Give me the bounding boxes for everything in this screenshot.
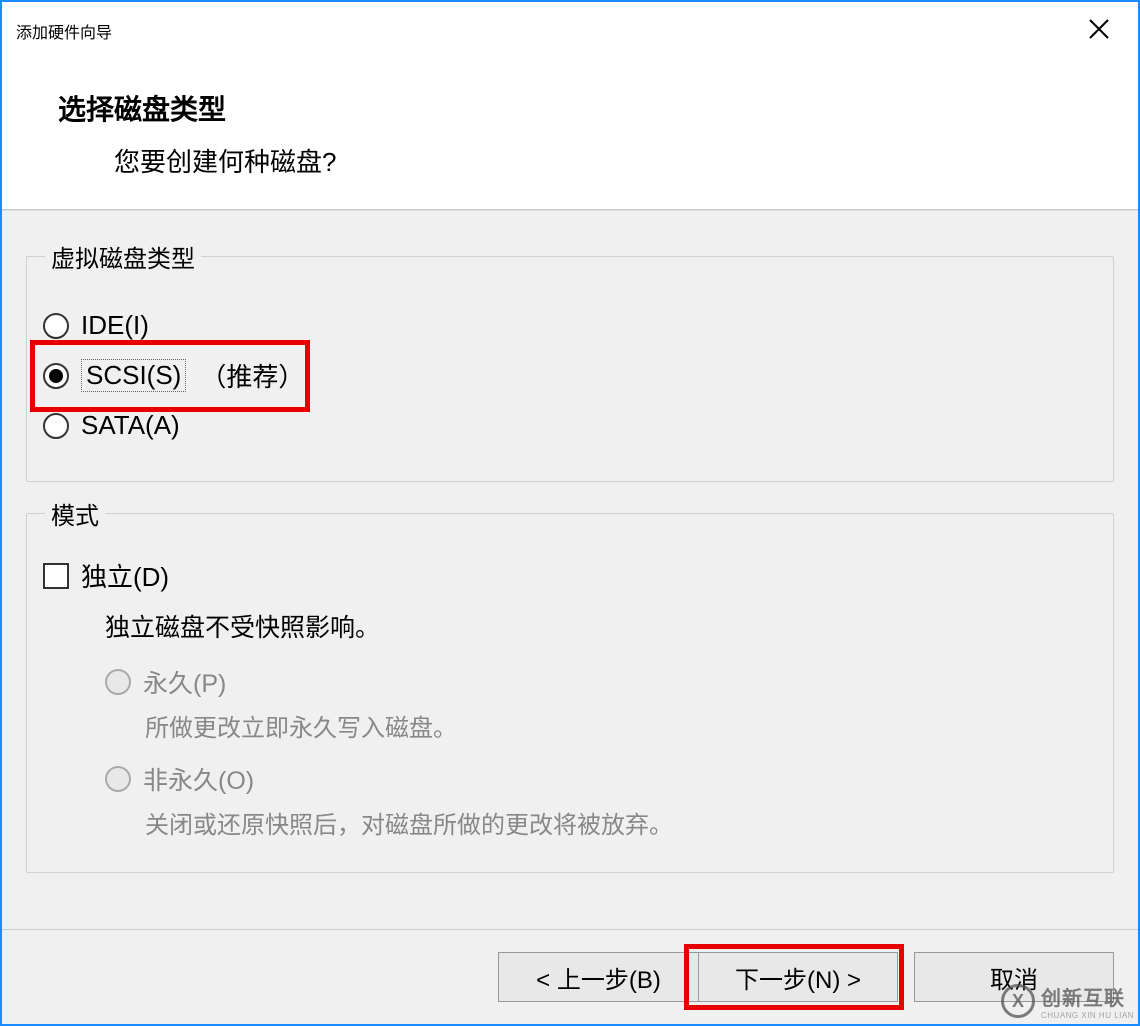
radio-scsi[interactable]: SCSI(S) （推荐）	[43, 357, 1097, 394]
nonpersistent-desc: 关闭或还原快照后，对磁盘所做的更改将被放弃。	[145, 805, 1097, 840]
radio-ide-label: IDE(I)	[81, 310, 149, 341]
mode-legend: 模式	[45, 496, 105, 531]
titlebar: 添加硬件向导	[2, 2, 1138, 60]
wizard-content: 虚拟磁盘类型 IDE(I) SCSI(S) （推荐） SATA(A) 模式 独立…	[2, 210, 1138, 929]
radio-sata-label: SATA(A)	[81, 410, 180, 441]
page-title: 选择磁盘类型	[58, 88, 1098, 128]
radio-icon	[43, 363, 69, 389]
radio-nonpersistent: 非永久(O)	[105, 761, 1097, 797]
wizard-window: 添加硬件向导 选择磁盘类型 您要创建何种磁盘? 虚拟磁盘类型 IDE(I) SC…	[0, 0, 1140, 1026]
sub-mode-options: 永久(P) 所做更改立即永久写入磁盘。 非永久(O) 关闭或还原快照后，对磁盘所…	[105, 664, 1097, 840]
back-button[interactable]: < 上一步(B)	[498, 952, 698, 1002]
radio-nonpersistent-label: 非永久(O)	[143, 761, 254, 797]
radio-persistent-label: 永久(P)	[143, 664, 226, 700]
radio-ide[interactable]: IDE(I)	[43, 310, 1097, 341]
radio-persistent: 永久(P)	[105, 664, 1097, 700]
wizard-footer: < 上一步(B) 下一步(N) > 取消	[2, 929, 1138, 1024]
window-title: 添加硬件向导	[16, 19, 112, 43]
page-subtitle: 您要创建何种磁盘?	[114, 142, 1098, 179]
disk-type-group: 虚拟磁盘类型 IDE(I) SCSI(S) （推荐） SATA(A)	[26, 239, 1114, 482]
checkbox-icon	[43, 563, 69, 589]
radio-icon	[105, 669, 131, 695]
persistent-desc: 所做更改立即永久写入磁盘。	[145, 708, 1097, 743]
radio-scsi-recommended: （推荐）	[200, 357, 304, 394]
radio-icon	[43, 413, 69, 439]
close-icon[interactable]	[1080, 10, 1118, 52]
disk-type-legend: 虚拟磁盘类型	[45, 239, 201, 274]
cancel-button[interactable]: 取消	[914, 952, 1114, 1002]
independent-desc: 独立磁盘不受快照影响。	[105, 608, 1097, 644]
radio-scsi-label: SCSI(S)	[81, 359, 186, 392]
radio-icon	[105, 766, 131, 792]
checkbox-independent[interactable]: 独立(D)	[43, 557, 1097, 594]
nav-button-group: < 上一步(B) 下一步(N) >	[498, 952, 898, 1002]
checkbox-independent-label: 独立(D)	[81, 557, 169, 594]
radio-icon	[43, 313, 69, 339]
mode-group: 模式 独立(D) 独立磁盘不受快照影响。 永久(P) 所做更改立即永久写入磁盘。…	[26, 496, 1114, 873]
wizard-header: 选择磁盘类型 您要创建何种磁盘?	[2, 60, 1138, 209]
next-button[interactable]: 下一步(N) >	[698, 952, 898, 1002]
radio-sata[interactable]: SATA(A)	[43, 410, 1097, 441]
